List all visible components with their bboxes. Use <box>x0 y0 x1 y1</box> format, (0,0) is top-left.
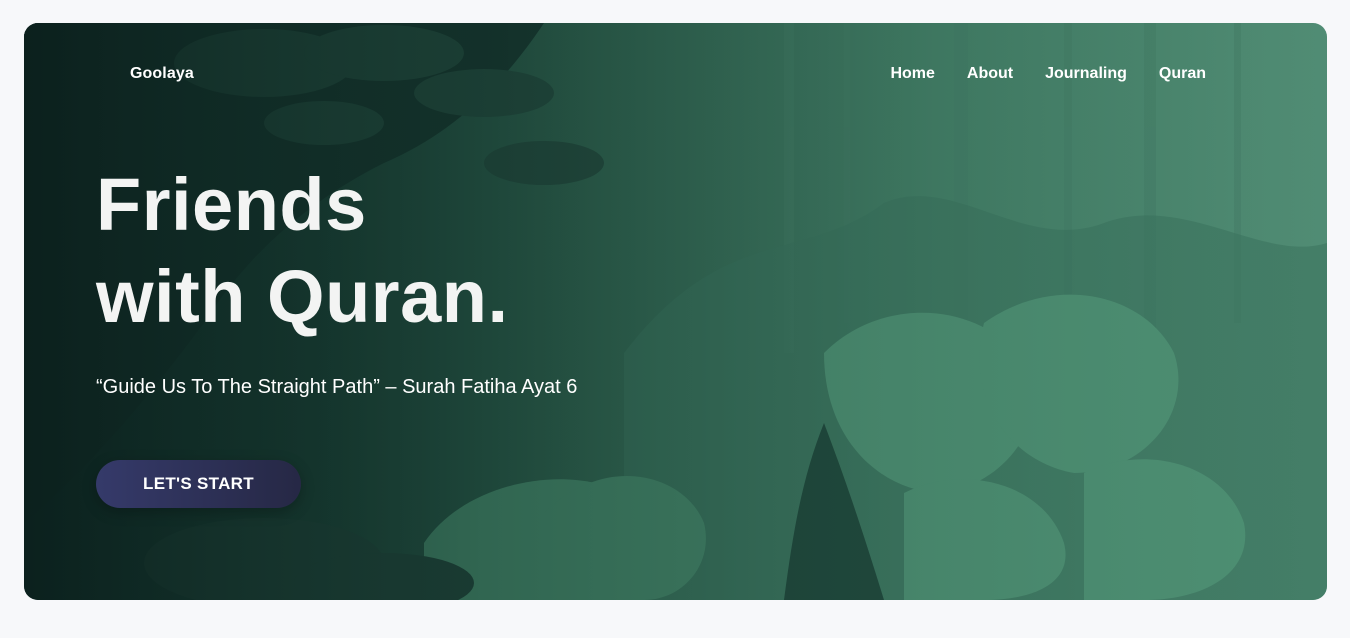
lets-start-button[interactable]: LET'S START <box>96 460 301 508</box>
nav-links: Home About Journaling Quran <box>890 65 1206 83</box>
nav-link-quran[interactable]: Quran <box>1159 65 1206 83</box>
hero-banner: Goolaya Home About Journaling Quran Frie… <box>24 23 1327 600</box>
hero-headline-line-1: Friends <box>96 163 367 246</box>
hero-headline: Friends with Quran. <box>96 159 509 343</box>
hero-subtitle-quote: “Guide Us To The Straight Path” – Surah … <box>96 376 578 398</box>
top-navigation: Goolaya Home About Journaling Quran <box>24 23 1327 127</box>
hero-headline-line-2: with Quran. <box>96 255 509 338</box>
brand-logo-text[interactable]: Goolaya <box>130 65 194 83</box>
nav-link-journaling[interactable]: Journaling <box>1045 65 1127 83</box>
nav-link-about[interactable]: About <box>967 65 1013 83</box>
nav-link-home[interactable]: Home <box>890 65 934 83</box>
